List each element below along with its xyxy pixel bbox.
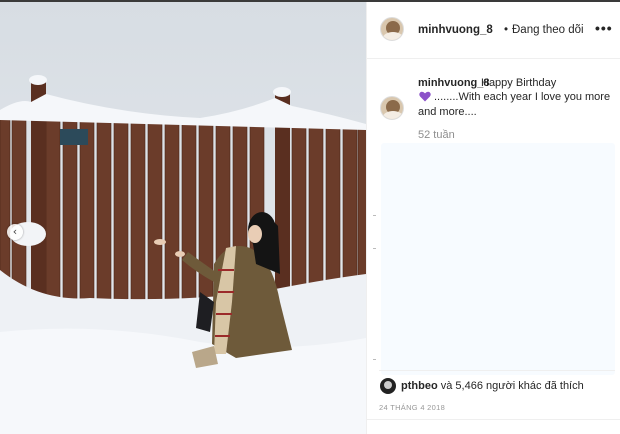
post-date: 24 THÁNG 4 2018 <box>379 403 446 412</box>
likes-count-text[interactable]: và 5,466 người khác đã thích <box>441 380 584 392</box>
likes-summary[interactable]: pthbeo và 5,466 người khác đã thích <box>401 380 584 392</box>
scroll-tick <box>373 248 376 249</box>
scroll-tick <box>373 215 376 216</box>
scroll-tick <box>373 359 376 360</box>
divider <box>367 419 620 420</box>
post-sidebar: minhvuong_8 • Đang theo dõi ••• minhvuon… <box>366 2 620 434</box>
liker-avatar[interactable] <box>380 378 396 394</box>
post-photo[interactable] <box>0 2 366 434</box>
more-options-icon[interactable]: ••• <box>595 20 613 36</box>
caption-text-line1: Happy Birthday <box>481 77 557 89</box>
liker-username[interactable]: pthbeo <box>401 380 438 392</box>
purple-heart-icon <box>419 91 431 102</box>
caption-username[interactable]: minhvuong_8 <box>418 77 490 89</box>
caption-text-line3: and more.... <box>418 106 477 118</box>
divider <box>379 370 615 371</box>
caption-avatar[interactable] <box>380 96 404 120</box>
post-header: minhvuong_8 • Đang theo dõi ••• <box>367 2 620 59</box>
comments-overlay <box>381 143 615 375</box>
carousel-prev-button[interactable]: ‹ <box>7 224 23 240</box>
caption-timestamp[interactable]: 52 tuần <box>418 129 455 141</box>
follow-status-button[interactable]: Đang theo dõi <box>512 24 584 36</box>
author-avatar[interactable] <box>380 17 404 41</box>
author-username[interactable]: minhvuong_8 <box>418 24 493 36</box>
header-separator: • <box>504 24 509 36</box>
chevron-left-icon: ‹ <box>12 225 18 238</box>
caption-text-line2: ........With each year I love you more <box>434 91 611 103</box>
